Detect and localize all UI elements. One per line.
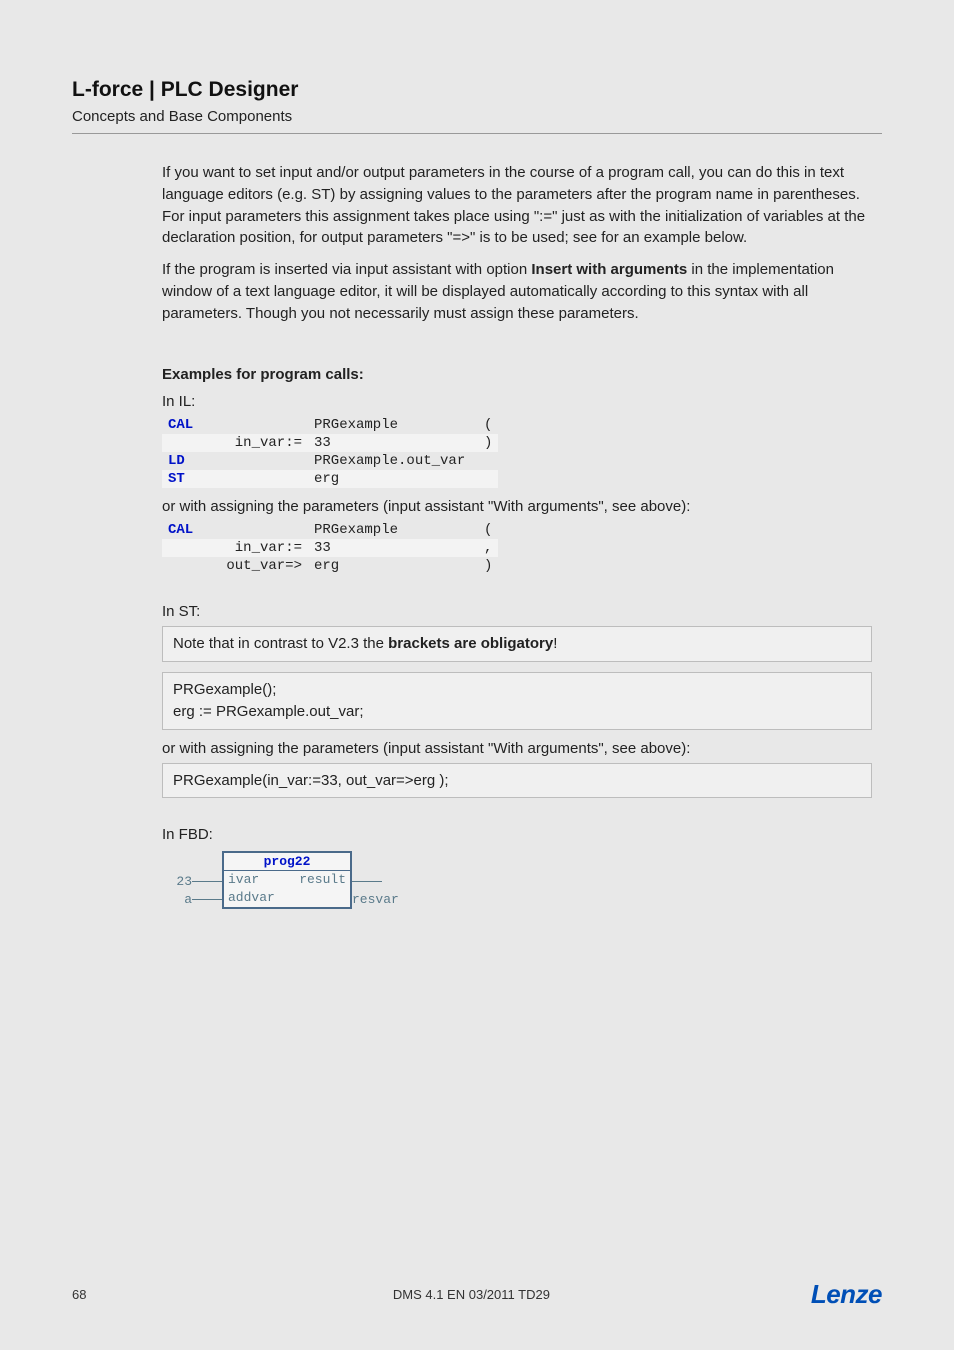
fbd-right-outputs: resvar <box>352 851 422 909</box>
il-operand2: 33 <box>308 434 478 452</box>
il-operand1 <box>208 416 308 434</box>
page-subtitle: Concepts and Base Components <box>72 108 882 125</box>
il2-row: out_var=> erg ) <box>162 557 498 575</box>
il-keyword: CAL <box>168 417 193 433</box>
insert-with-arguments-term: Insert with arguments <box>531 261 687 278</box>
il-operand2: 33 <box>308 539 478 557</box>
page-number: 68 <box>72 1287 132 1302</box>
fbd-input2-value: a <box>184 892 192 907</box>
il2-row: CAL PRGexample ( <box>162 521 498 539</box>
paragraph-2: If the program is inserted via input ass… <box>162 259 872 324</box>
paragraph-1: If you want to set input and/or output p… <box>162 162 872 249</box>
il-tail: ( <box>478 521 498 539</box>
il-operand2: PRGexample <box>308 521 478 539</box>
st-code-line: erg := PRGexample.out_var; <box>173 701 861 723</box>
il-keyword: ST <box>168 471 185 487</box>
or-assign-label-1: or with assigning the parameters (input … <box>162 498 872 515</box>
or-assign-label-2: or with assigning the parameters (input … <box>162 740 872 757</box>
il-keyword: LD <box>168 453 185 469</box>
il-tail: ( <box>478 416 498 434</box>
il-tail <box>478 452 498 470</box>
il-operand1 <box>208 470 308 488</box>
il1-row: in_var:= 33 ) <box>162 434 498 452</box>
in-il-label: In IL: <box>162 393 872 410</box>
il1-row: ST erg <box>162 470 498 488</box>
il-code-block-1: CAL PRGexample ( in_var:= 33 ) LD PRGexa… <box>162 416 498 488</box>
st-code-line: PRGexample(); <box>173 679 861 701</box>
il-tail <box>478 470 498 488</box>
st-code-box-1: PRGexample(); erg := PRGexample.out_var; <box>162 672 872 730</box>
il-operand1: in_var:= <box>208 539 308 557</box>
il-operand2: PRGexample.out_var <box>308 452 478 470</box>
il-operand2: PRGexample <box>308 416 478 434</box>
fbd-left-inputs: 23 a <box>162 851 222 909</box>
fbd-out1-pin: result <box>299 871 346 889</box>
fbd-in1-pin: ivar <box>228 871 259 889</box>
st-code-box-2: PRGexample(in_var:=33, out_var=>erg ); <box>162 763 872 799</box>
il-operand1: out_var=> <box>208 557 308 575</box>
fbd-diagram: 23 a prog22 ivar result addvar <box>162 851 422 909</box>
in-st-label: In ST: <box>162 603 872 620</box>
page-title: L-force | PLC Designer <box>72 78 882 102</box>
il2-row: in_var:= 33 , <box>162 539 498 557</box>
footer-doc-id: DMS 4.1 EN 03/2011 TD29 <box>132 1287 811 1302</box>
content-area: If you want to set input and/or output p… <box>72 162 882 909</box>
st-note-b: ! <box>553 635 557 652</box>
examples-heading: Examples for program calls: <box>162 366 872 383</box>
il1-row: LD PRGexample.out_var <box>162 452 498 470</box>
st-code-line: PRGexample(in_var:=33, out_var=>erg ); <box>173 770 861 792</box>
lenze-logo: Lenze <box>811 1279 882 1310</box>
fbd-in2-pin: addvar <box>228 889 275 907</box>
paragraph-2-a: If the program is inserted via input ass… <box>162 261 531 278</box>
il1-row: CAL PRGexample ( <box>162 416 498 434</box>
il-tail: ) <box>478 434 498 452</box>
page-footer: 68 DMS 4.1 EN 03/2011 TD29 Lenze <box>72 1279 882 1310</box>
il-tail: , <box>478 539 498 557</box>
il-operand1 <box>208 452 308 470</box>
il-operand2: erg <box>308 557 478 575</box>
il-operand1 <box>208 521 308 539</box>
fbd-output-value: resvar <box>352 892 399 907</box>
il-operand2: erg <box>308 470 478 488</box>
st-note-a: Note that in contrast to V2.3 the <box>173 635 388 652</box>
in-fbd-label: In FBD: <box>162 826 872 843</box>
header-divider <box>72 133 882 134</box>
fbd-block: prog22 ivar result addvar <box>222 851 352 909</box>
il-tail: ) <box>478 557 498 575</box>
brackets-obligatory-term: brackets are obligatory <box>388 635 553 652</box>
st-note-box: Note that in contrast to V2.3 the bracke… <box>162 626 872 662</box>
fbd-block-name: prog22 <box>224 853 350 871</box>
il-operand1: in_var:= <box>208 434 308 452</box>
fbd-input1-value: 23 <box>176 874 192 889</box>
il-keyword: CAL <box>168 522 193 538</box>
il-code-block-2: CAL PRGexample ( in_var:= 33 , out_var=>… <box>162 521 498 575</box>
